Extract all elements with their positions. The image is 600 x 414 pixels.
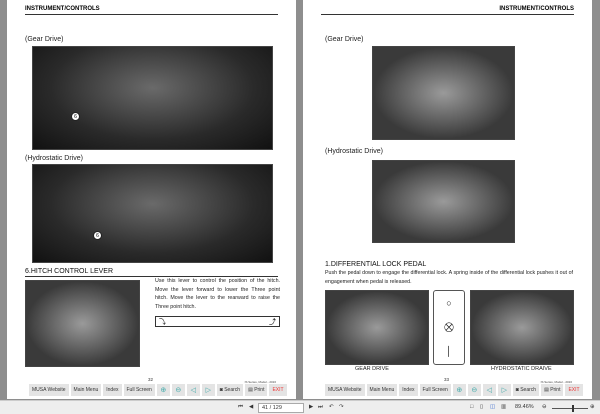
page-number: 33 [444, 377, 450, 382]
back-icon[interactable]: ↶ [329, 404, 334, 410]
zoom-in-icon[interactable]: ⊕ [590, 404, 595, 410]
zoom-in-icon[interactable]: ⊕ [452, 384, 466, 396]
exit-button[interactable]: EXIT [565, 384, 583, 396]
zoom-slider-thumb[interactable] [572, 405, 574, 412]
zoom-slider[interactable] [552, 405, 588, 412]
exit-button[interactable]: EXIT [269, 384, 287, 396]
printer-icon: ▤ [544, 387, 549, 393]
gear-drive-photo [372, 46, 515, 140]
printer-icon: ▤ [248, 387, 253, 393]
page-header: INSTRUMENT/CONTROLS [321, 6, 574, 15]
nav-bar: MUSA Website Main Menu Index Full Screen… [29, 384, 287, 396]
section-title: 1.DIFFERENTIAL LOCK PEDAL [325, 261, 427, 268]
zoom-out-icon[interactable]: ⊖ [542, 404, 547, 410]
prev-page-icon[interactable]: ◀ [249, 404, 253, 410]
page-number: 32 [148, 377, 154, 382]
previous-icon[interactable]: ◁ [186, 384, 200, 396]
next-icon[interactable]: ▷ [201, 384, 215, 396]
main-menu-button[interactable]: Main Menu [70, 384, 102, 396]
hitch-lever-photo [25, 280, 140, 367]
gear-drive-caption: GEAR DRIVE [355, 366, 389, 372]
next-page-icon[interactable]: ▶ [309, 404, 313, 410]
search-button[interactable]: ◙ Search [216, 384, 244, 396]
lever-direction-icons: ⤵ ⤴ [155, 316, 280, 327]
zoom-out-icon[interactable]: ⊖ [467, 384, 481, 396]
first-page-icon[interactable]: ⏮ [238, 404, 243, 411]
two-page-continuous-icon[interactable]: ▥ [501, 404, 506, 410]
nav-bar: MUSA Website Main Menu Index Full Screen… [325, 384, 583, 396]
print-label: Print [254, 387, 265, 393]
callout: 6 [93, 231, 102, 240]
page-header: INSTRUMENT/CONTROLS [25, 6, 278, 15]
callout: 6 [71, 112, 80, 121]
forward-icon[interactable]: ↷ [339, 404, 344, 410]
search-button[interactable]: ◙ Search [512, 384, 540, 396]
continuous-icon[interactable]: ▯ [480, 404, 483, 410]
gear-drive-photo: 6 [32, 46, 273, 150]
hydro-drive-label: (Hydrostatic Drive) [325, 148, 383, 155]
hydro-drive-label: (Hydrostatic Drive) [25, 155, 83, 162]
main-menu-button[interactable]: Main Menu [366, 384, 398, 396]
musa-website-button[interactable]: MUSA Website [325, 384, 365, 396]
gear-drive-pedal-photo [325, 290, 429, 365]
search-label: Search [520, 387, 537, 393]
page-input[interactable]: 41 / 129 [258, 403, 304, 413]
search-label: Search [224, 387, 241, 393]
hydro-pedal-photo [470, 290, 574, 365]
print-label: Print [550, 387, 561, 393]
section-title: 6.HITCH CONTROL LEVER [25, 268, 278, 277]
gear-drive-label: (Gear Drive) [325, 36, 364, 43]
left-page: INSTRUMENT/CONTROLS (Gear Drive) 6 (Hydr… [7, 0, 296, 399]
binoculars-icon: ◙ [515, 387, 519, 393]
full-screen-button[interactable]: Full Screen [419, 384, 451, 396]
gear-drive-label: (Gear Drive) [25, 36, 64, 43]
last-page-icon[interactable]: ⏭ [318, 404, 323, 411]
musa-website-button[interactable]: MUSA Website [29, 384, 69, 396]
next-icon[interactable]: ▷ [497, 384, 511, 396]
right-page: INSTRUMENT/CONTROLS (Gear Drive) (Hydros… [303, 0, 592, 399]
previous-icon[interactable]: ◁ [482, 384, 496, 396]
print-button[interactable]: ▤ Print [541, 384, 564, 396]
hydro-caption: HYDROSTATIC DRAIVE [491, 366, 552, 372]
full-screen-button[interactable]: Full Screen [123, 384, 155, 396]
print-button[interactable]: ▤ Print [245, 384, 268, 396]
binoculars-icon: ◙ [219, 387, 223, 393]
hitch-description: Use this lever to control the position o… [155, 278, 280, 310]
lower-icon: ⤵ [159, 319, 166, 326]
zoom-out-icon[interactable]: ⊖ [171, 384, 185, 396]
index-button[interactable]: Index [103, 384, 122, 396]
hydro-drive-photo: 6 [32, 164, 273, 263]
zoom-in-icon[interactable]: ⊕ [156, 384, 170, 396]
two-page-icon[interactable]: ◫ [490, 404, 495, 410]
viewer-toolbar: ⏮ ◀ 41 / 129 ▶ ⏭ ↶ ↷ □ ▯ ◫ ▥ 89.46% ⊖ ⊕ [0, 400, 600, 414]
raise-icon: ⤴ [269, 319, 276, 326]
diff-lock-symbol: ○ ⛒ │ [433, 290, 465, 365]
diff-lock-description: Push the pedal down to engage the differ… [325, 270, 573, 285]
single-page-icon[interactable]: □ [470, 404, 473, 410]
index-button[interactable]: Index [399, 384, 418, 396]
zoom-level[interactable]: 89.46% [515, 404, 534, 410]
hydro-drive-photo [372, 160, 515, 243]
